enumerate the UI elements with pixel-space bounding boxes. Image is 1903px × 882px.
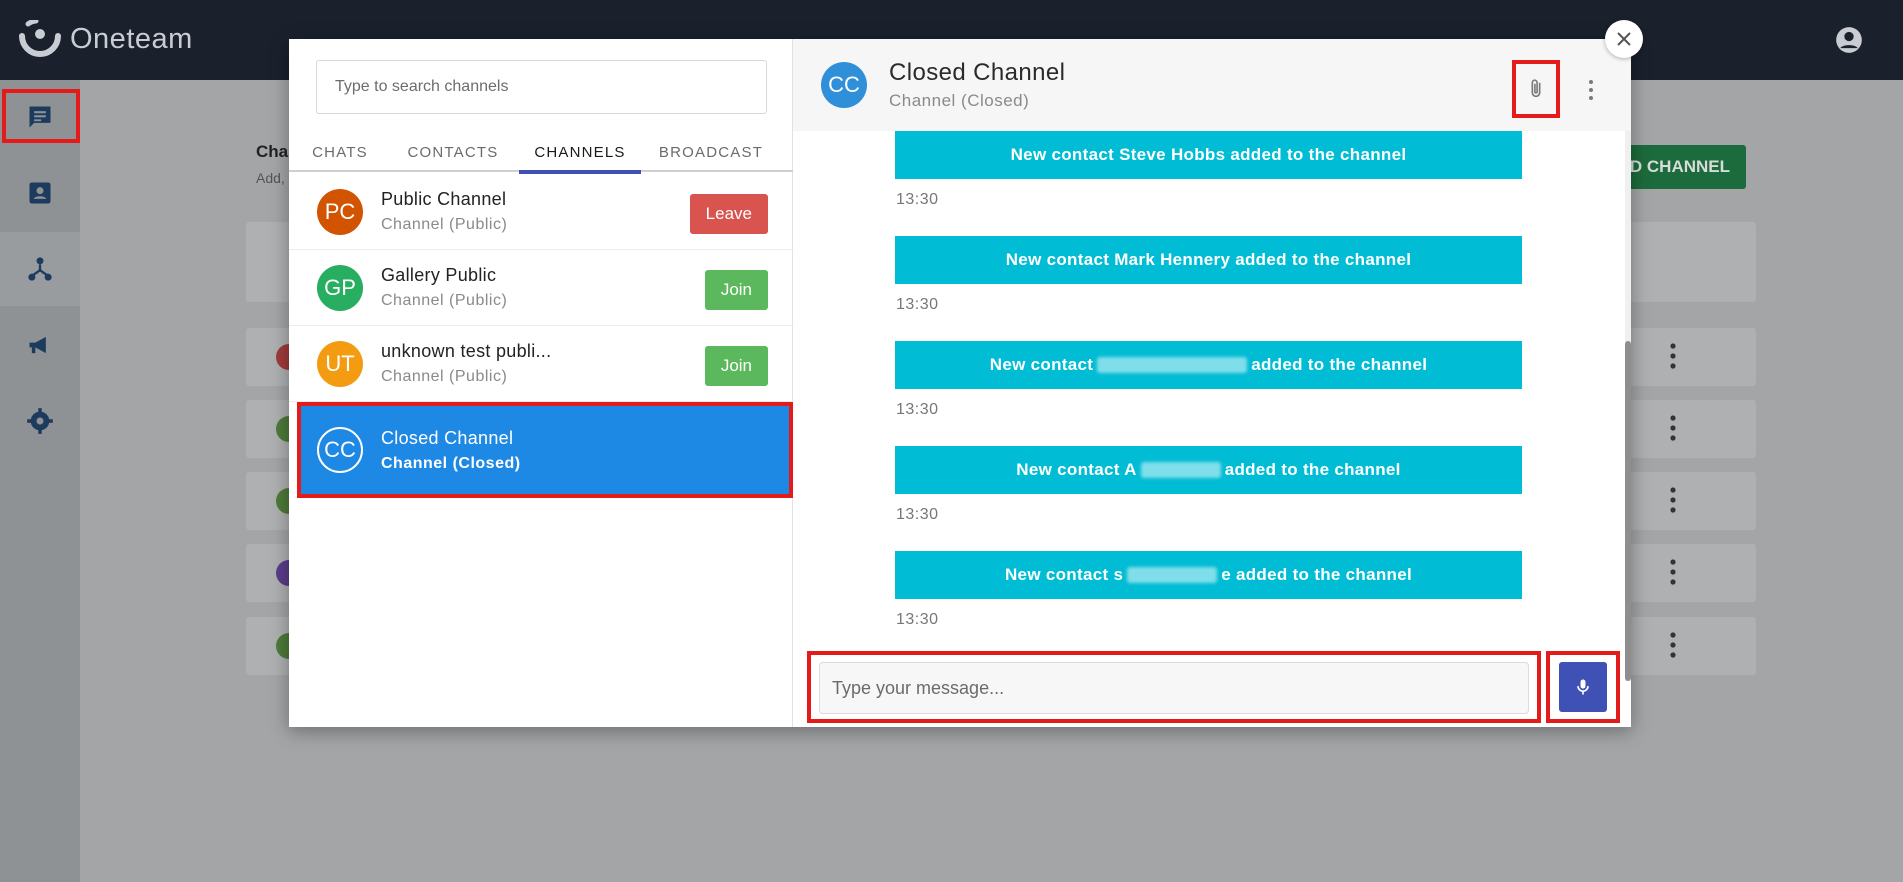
- chat-header: CC Closed Channel Channel (Closed): [793, 39, 1631, 131]
- channel-type: Channel (Public): [381, 368, 508, 385]
- more-vert-icon[interactable]: [1670, 414, 1676, 442]
- channel-name: unknown test publi...: [381, 341, 552, 361]
- nav-contacts[interactable]: [0, 156, 80, 230]
- nav-settings[interactable]: [0, 384, 80, 458]
- tab-broadcast[interactable]: BROADCAST: [641, 132, 781, 172]
- attach-file-button[interactable]: [1512, 60, 1560, 118]
- channel-item-gallery-public[interactable]: GP Gallery Public Channel (Public) Join: [289, 250, 793, 326]
- account-icon[interactable]: [1835, 26, 1863, 54]
- join-channel-button[interactable]: Join: [704, 346, 768, 386]
- microphone-icon: [1577, 679, 1589, 695]
- chat-more-button[interactable]: [1581, 75, 1601, 105]
- scrollbar-thumb[interactable]: [1625, 341, 1631, 681]
- broadcast-icon: [29, 336, 46, 354]
- channel-search-input[interactable]: [316, 60, 767, 114]
- highlight-nav-chats: [2, 89, 80, 143]
- more-vert-icon[interactable]: [1670, 631, 1676, 659]
- more-vert-icon[interactable]: [1670, 342, 1676, 370]
- more-vert-icon: [1589, 80, 1593, 100]
- logo-icon: [19, 20, 61, 57]
- avatar: PC: [317, 188, 363, 235]
- mic-button-highlight: [1546, 651, 1620, 723]
- app-logo[interactable]: Oneteam: [18, 20, 193, 58]
- message-list: New contact Steve Hobbs added to the cha…: [793, 131, 1631, 681]
- left-nav-rail: [0, 80, 80, 882]
- channel-item-closed-channel[interactable]: CC Closed Channel Channel (Closed): [297, 402, 793, 498]
- close-icon: [1617, 32, 1631, 46]
- avatar: GP: [317, 264, 363, 311]
- channel-item-unknown-test-public[interactable]: UT unknown test publi... Channel (Public…: [289, 326, 793, 402]
- paperclip-icon: [1531, 79, 1541, 98]
- channel-type: Channel (Closed): [381, 454, 521, 472]
- settings-icon: [27, 408, 53, 434]
- channels-dialog: CHATS CONTACTS CHANNELS BROADCAST PC Pub…: [289, 39, 1631, 727]
- channel-list-pane: CHATS CONTACTS CHANNELS BROADCAST PC Pub…: [289, 39, 793, 727]
- channel-list: PC Public Channel Channel (Public) Leave…: [289, 174, 793, 498]
- chat-pane: CC Closed Channel Channel (Closed) New c…: [793, 39, 1631, 727]
- message-composer: [807, 651, 1541, 723]
- system-message: New contact s e added to the channel: [895, 551, 1522, 599]
- redacted-name: [1127, 567, 1218, 583]
- channel-tabs: CHATS CONTACTS CHANNELS BROADCAST: [289, 132, 793, 174]
- nav-channels[interactable]: [0, 232, 80, 306]
- system-message: New contact added to the channel: [895, 341, 1522, 389]
- chat-title: Closed Channel: [889, 59, 1066, 86]
- tab-chats[interactable]: CHATS: [289, 132, 391, 172]
- join-channel-button[interactable]: Join: [704, 270, 768, 310]
- contacts-icon: [29, 182, 51, 204]
- avatar: UT: [317, 340, 363, 387]
- close-dialog-button[interactable]: [1605, 20, 1643, 58]
- message-time: 13:30: [896, 401, 939, 418]
- background-page-subtitle: Add,: [256, 170, 285, 186]
- more-vert-icon[interactable]: [1670, 558, 1676, 586]
- nav-broadcast[interactable]: [0, 308, 80, 382]
- channel-name: Closed Channel: [381, 427, 514, 448]
- system-message: New contact A added to the channel: [895, 446, 1522, 494]
- channels-icon: [28, 257, 52, 281]
- more-vert-icon[interactable]: [1670, 486, 1676, 514]
- channel-name: Public Channel: [381, 189, 507, 209]
- channel-name: Gallery Public: [381, 265, 497, 285]
- system-message: New contact Mark Hennery added to the ch…: [895, 236, 1522, 284]
- message-scrollbar[interactable]: [1625, 131, 1631, 681]
- message-time: 13:30: [896, 296, 939, 313]
- chat-subtitle: Channel (Closed): [889, 91, 1030, 110]
- message-time: 13:30: [896, 506, 939, 523]
- avatar: CC: [821, 62, 867, 108]
- tab-contacts[interactable]: CONTACTS: [391, 132, 515, 172]
- message-time: 13:30: [896, 611, 939, 628]
- avatar: CC: [317, 427, 363, 473]
- system-message: New contact Steve Hobbs added to the cha…: [895, 131, 1522, 179]
- channel-type: Channel (Public): [381, 292, 508, 309]
- background-page-title: Cha: [256, 142, 289, 161]
- channel-item-public-channel[interactable]: PC Public Channel Channel (Public) Leave: [289, 174, 793, 250]
- channel-type: Channel (Public): [381, 216, 508, 233]
- redacted-name: [1097, 357, 1248, 373]
- voice-record-button[interactable]: [1559, 662, 1607, 712]
- leave-channel-button[interactable]: Leave: [689, 194, 768, 234]
- redacted-name: [1140, 462, 1221, 478]
- tab-channels[interactable]: CHANNELS: [519, 132, 641, 174]
- message-time: 13:30: [896, 191, 939, 208]
- message-input[interactable]: [819, 662, 1529, 714]
- app-name: Oneteam: [70, 22, 193, 55]
